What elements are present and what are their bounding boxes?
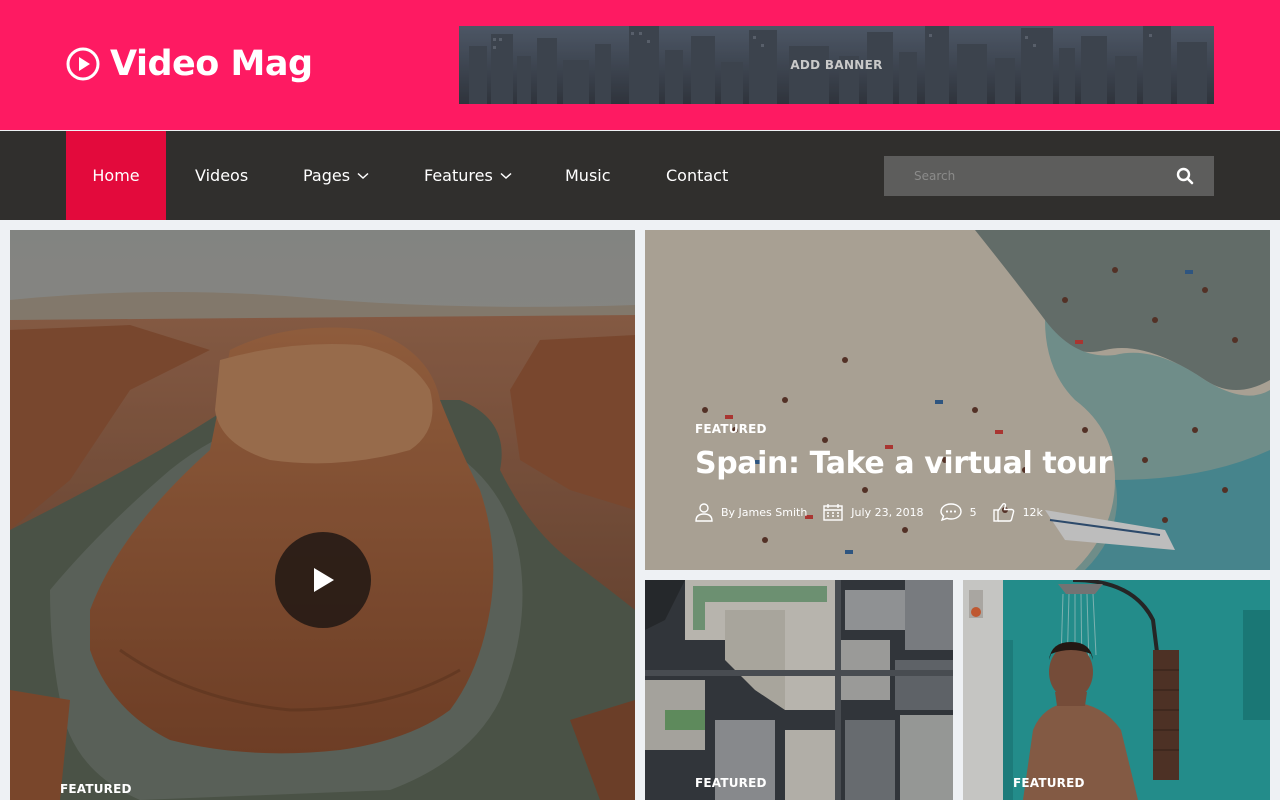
meta-author: By James Smith xyxy=(695,502,807,522)
like-count: 12k xyxy=(1022,505,1043,519)
nav-item-contact[interactable]: Contact xyxy=(666,131,728,220)
comment-count: 5 xyxy=(969,505,977,519)
featured-badge: FEATURED xyxy=(1013,776,1085,790)
comment-icon xyxy=(939,503,970,521)
nav-item-videos[interactable]: Videos xyxy=(195,131,248,220)
shower-image xyxy=(963,580,1270,800)
chevron-down-icon xyxy=(357,172,369,180)
post-title[interactable]: Spain: Take a virtual tour xyxy=(695,446,1112,481)
calendar-icon xyxy=(823,503,851,521)
main-nav: Home Videos Pages Features Music Contact xyxy=(0,131,1280,220)
play-button[interactable] xyxy=(275,532,371,628)
search-icon[interactable] xyxy=(1176,167,1194,185)
play-icon xyxy=(310,566,336,594)
post-meta: By James Smith July 23, 2018 5 12k xyxy=(695,502,1059,522)
nav-label: Pages xyxy=(303,166,351,185)
post-date: July 23, 2018 xyxy=(851,505,924,519)
play-circle-icon xyxy=(66,47,100,81)
top-header: Video Mag ADD BANNER xyxy=(0,0,1280,130)
city-image xyxy=(645,580,953,800)
nav-item-features[interactable]: Features xyxy=(424,131,512,220)
nav-label: Features xyxy=(424,166,493,185)
site-logo[interactable]: Video Mag xyxy=(66,44,313,84)
nav-label: Home xyxy=(92,166,140,185)
nav-item-pages[interactable]: Pages xyxy=(303,131,369,220)
featured-badge: FEATURED xyxy=(695,776,767,790)
author-name[interactable]: By James Smith xyxy=(721,506,807,519)
meta-date: July 23, 2018 xyxy=(823,503,924,521)
logo-text: Video Mag xyxy=(110,44,313,84)
ad-banner[interactable]: ADD BANNER xyxy=(459,26,1214,104)
nav-label: Videos xyxy=(195,166,249,185)
nav-label: Contact xyxy=(666,166,729,185)
thumbs-up-icon xyxy=(992,502,1023,522)
chevron-down-icon xyxy=(500,172,512,180)
user-icon xyxy=(695,502,721,522)
featured-badge: FEATURED xyxy=(695,422,767,436)
featured-badge: FEATURED xyxy=(60,782,132,796)
search-input[interactable] xyxy=(884,156,1164,196)
nav-item-home[interactable]: Home xyxy=(66,131,166,220)
featured-post-main[interactable]: FEATURED xyxy=(10,230,635,800)
featured-post-city[interactable]: FEATURED xyxy=(645,580,953,800)
search-box xyxy=(884,156,1214,196)
meta-likes[interactable]: 12k xyxy=(992,502,1043,522)
image-overlay xyxy=(10,230,635,800)
featured-post-spain[interactable]: FEATURED Spain: Take a virtual tour By J… xyxy=(645,230,1270,570)
nav-item-music[interactable]: Music xyxy=(565,131,611,220)
banner-text: ADD BANNER xyxy=(790,58,883,72)
featured-post-shower[interactable]: FEATURED xyxy=(963,580,1270,800)
meta-comments[interactable]: 5 xyxy=(939,503,977,521)
nav-label: Music xyxy=(565,166,611,185)
